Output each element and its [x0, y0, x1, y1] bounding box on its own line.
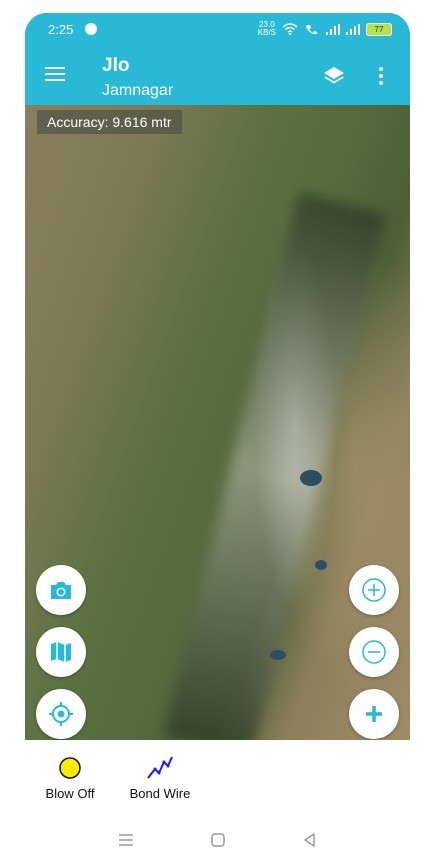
status-time: 2:25 [48, 22, 74, 37]
map-lake [300, 470, 322, 486]
page-title: Jlo [102, 55, 130, 76]
plus-icon [366, 706, 382, 722]
legend-label: Blow Off [45, 786, 95, 801]
app-bar: Jlo Jamnagar [25, 45, 410, 105]
map-lake [270, 650, 286, 660]
signal-icon-2 [346, 23, 360, 35]
signal-icon-1 [326, 23, 340, 35]
wifi-icon [282, 23, 298, 35]
volte-call-icon [306, 25, 317, 35]
zigzag-line-icon [147, 756, 173, 779]
network-speed-unit: KB/S [257, 28, 276, 37]
back-icon[interactable] [302, 832, 316, 848]
my-location-button[interactable] [36, 689, 86, 739]
add-button[interactable] [349, 689, 399, 739]
camera-icon [51, 582, 71, 599]
legend-item-bond-wire[interactable]: Bond Wire [128, 752, 192, 801]
zoom-in-button[interactable] [349, 565, 399, 615]
recent-apps-icon[interactable] [118, 833, 134, 847]
camera-button[interactable] [36, 565, 86, 615]
app-notification-icon [85, 23, 97, 35]
more-options-icon[interactable] [379, 67, 385, 88]
system-nav-bar [0, 825, 435, 855]
yellow-circle-icon [59, 757, 81, 779]
page-subtitle: Jamnagar [102, 82, 174, 99]
map-legend: Blow Off Bond Wire [0, 752, 435, 802]
zoom-out-button[interactable] [349, 627, 399, 677]
legend-label: Bond Wire [129, 786, 191, 801]
map-icon [51, 642, 71, 662]
map-lake [315, 560, 327, 570]
satellite-map[interactable]: Accuracy: 9.616 mtr [25, 105, 410, 740]
menu-icon[interactable] [45, 67, 65, 81]
crosshair-icon [49, 702, 73, 726]
zoom-in-icon [362, 578, 386, 602]
network-speed: 23.0 KB/S [258, 21, 276, 37]
accuracy-label: Accuracy: 9.616 mtr [37, 110, 182, 134]
app-screen: 2:25 23.0 KB/S 77 Jlo Jamnagar Accuracy: [25, 13, 410, 740]
layers-icon[interactable] [323, 65, 345, 87]
home-icon[interactable] [210, 832, 226, 848]
status-icons: 23.0 KB/S 77 [258, 21, 392, 37]
battery-icon: 77 [366, 22, 392, 36]
map-button[interactable] [36, 627, 86, 677]
status-bar: 2:25 23.0 KB/S 77 [25, 13, 410, 45]
legend-item-blow-off[interactable]: Blow Off [42, 752, 98, 801]
zoom-out-icon [362, 640, 386, 664]
